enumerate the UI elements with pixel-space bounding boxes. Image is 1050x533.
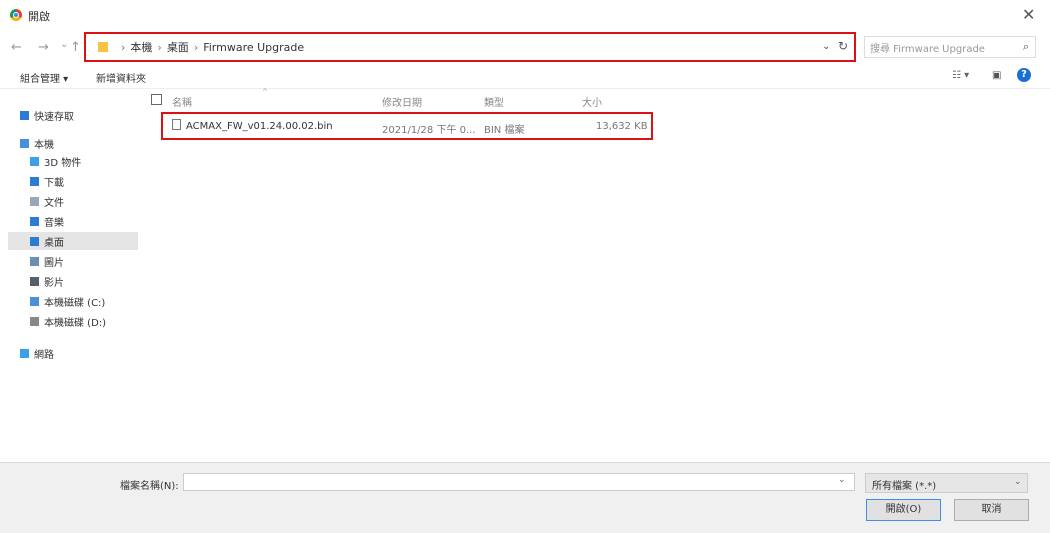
chevron-down-icon[interactable]: ⌄ — [1014, 477, 1022, 487]
column-header-name[interactable]: 名稱 — [172, 94, 192, 109]
drive-c-icon — [30, 296, 39, 306]
address-dropdown-icon[interactable]: ⌄ — [822, 41, 830, 52]
search-icon: ⌕ — [1022, 40, 1029, 53]
help-icon[interactable]: ? — [1017, 68, 1031, 82]
refresh-icon[interactable]: ↻ — [838, 39, 848, 53]
up-button[interactable]: ↑ — [70, 40, 81, 55]
file-date: 2021/1/28 下午 0... — [382, 125, 476, 136]
sidebar-item-pictures[interactable]: 圖片 — [30, 252, 148, 270]
address-bar[interactable]: › 本機 › 桌面 › Firmware Upgrade — [86, 36, 854, 58]
filename-label: 檔案名稱(N): — [120, 481, 179, 492]
open-button[interactable]: 開啟(O) — [866, 499, 941, 521]
breadcrumb-separator: › — [121, 40, 126, 54]
column-header-type[interactable]: 類型 — [484, 94, 504, 109]
sidebar-item-label: 網路 — [34, 349, 54, 361]
breadcrumb-separator: › — [157, 40, 162, 54]
window-title: 開啟 — [28, 10, 50, 23]
file-type-filter[interactable]: 所有檔案 (*.*) — [865, 473, 1028, 493]
breadcrumb-separator: › — [193, 40, 199, 54]
document-icon — [30, 196, 39, 206]
navigation-pane: 快速存取 本機 3D 物件 下載 文件 音樂 桌面 圖片 影片 本機磁碟 (C:… — [0, 90, 142, 460]
title-bar — [0, 0, 1050, 30]
search-input[interactable]: 搜尋 Firmware Upgrade ⌕ — [864, 36, 1036, 58]
recent-locations-button[interactable]: ⌄ — [60, 39, 68, 50]
breadcrumb-desktop[interactable]: 桌面 — [167, 39, 189, 55]
sidebar-item-label: 桌面 — [44, 237, 64, 249]
sidebar-item-label: 快速存取 — [34, 111, 74, 123]
column-header-date[interactable]: 修改日期 — [382, 94, 422, 109]
sidebar-item-label: 本機 — [34, 139, 54, 151]
file-size: 13,632 KB — [596, 121, 648, 132]
breadcrumb-this-pc[interactable]: 本機 — [130, 39, 152, 55]
file-type: BIN 檔案 — [484, 125, 525, 136]
column-header-size[interactable]: 大小 — [582, 94, 602, 109]
toolbar — [0, 64, 1050, 89]
back-button[interactable]: ← — [11, 40, 22, 55]
new-folder-button[interactable]: 新增資料夾 — [96, 70, 146, 85]
network-icon — [20, 348, 29, 358]
sidebar-item-quick-access[interactable]: 快速存取 — [20, 106, 138, 124]
sidebar-item-label: 下載 — [44, 177, 64, 189]
close-icon[interactable]: ✕ — [1022, 5, 1035, 24]
chevron-down-icon[interactable]: ⌄ — [838, 475, 846, 485]
organize-button[interactable]: 組合管理 ▾ — [20, 70, 68, 85]
sidebar-item-documents[interactable]: 文件 — [30, 192, 148, 210]
search-placeholder: 搜尋 Firmware Upgrade — [870, 43, 985, 55]
folder-icon — [98, 42, 108, 52]
cube-icon — [30, 156, 39, 166]
sidebar-item-desktop[interactable]: 桌面 — [8, 232, 138, 250]
view-options-icon[interactable]: ☷ ▾ — [952, 70, 969, 81]
sidebar-item-drive-c[interactable]: 本機磁碟 (C:) — [30, 292, 148, 310]
sidebar-item-label: 本機磁碟 (D:) — [44, 317, 107, 329]
preview-pane-icon[interactable]: ▣ — [992, 70, 1001, 81]
sidebar-item-label: 影片 — [44, 277, 64, 289]
sidebar-item-downloads[interactable]: 下載 — [30, 172, 148, 190]
breadcrumb-firmware-upgrade[interactable]: Firmware Upgrade — [203, 41, 304, 54]
forward-button[interactable]: → — [38, 40, 49, 55]
sort-ascending-icon: ^ — [262, 88, 268, 96]
picture-icon — [30, 256, 39, 266]
sidebar-item-label: 3D 物件 — [44, 157, 82, 169]
sidebar-item-label: 音樂 — [44, 217, 64, 229]
cancel-button[interactable]: 取消 — [954, 499, 1029, 521]
video-icon — [30, 276, 39, 286]
sidebar-item-network[interactable]: 網路 — [20, 344, 138, 362]
sidebar-item-music[interactable]: 音樂 — [30, 212, 148, 230]
star-icon — [20, 110, 29, 120]
sidebar-item-label: 本機磁碟 (C:) — [44, 297, 106, 309]
file-name[interactable]: ACMAX_FW_v01.24.00.02.bin — [186, 121, 333, 132]
computer-icon — [20, 138, 29, 148]
sidebar-item-3d-objects[interactable]: 3D 物件 — [30, 152, 148, 170]
chrome-icon — [10, 9, 22, 21]
music-icon — [30, 216, 39, 226]
drive-d-icon — [30, 316, 39, 326]
file-icon — [172, 119, 181, 130]
select-all-checkbox[interactable] — [151, 94, 162, 105]
sidebar-item-label: 文件 — [44, 197, 64, 209]
filename-input[interactable] — [183, 473, 855, 491]
desktop-icon — [30, 236, 39, 246]
sidebar-item-drive-d[interactable]: 本機磁碟 (D:) — [30, 312, 148, 330]
sidebar-item-this-pc[interactable]: 本機 — [20, 134, 138, 152]
sidebar-item-label: 圖片 — [44, 257, 64, 269]
sidebar-item-videos[interactable]: 影片 — [30, 272, 148, 290]
download-icon — [30, 176, 39, 186]
